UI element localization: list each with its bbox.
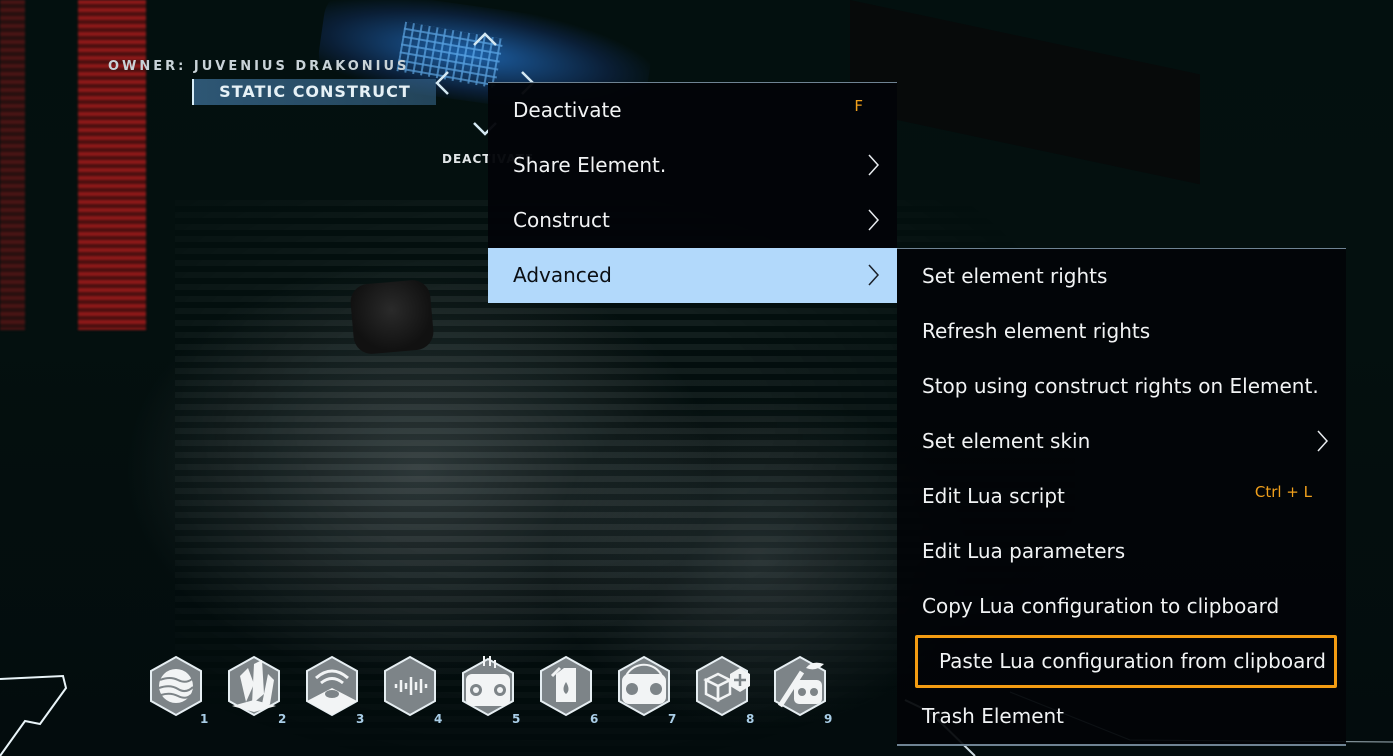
menu-item-copy-lua-config[interactable]: Copy Lua configuration to clipboard [897, 579, 1346, 634]
chevron-up-icon[interactable] [472, 30, 498, 52]
hud-frame-left [0, 674, 68, 756]
hotbar-slot-5[interactable]: 5 [460, 654, 520, 726]
context-menu: Deactivate F Share Element. Construct Ad… [488, 82, 897, 303]
hotbar-key-label: 5 [512, 712, 521, 726]
hotbar-slot-6[interactable]: 6 [538, 654, 598, 726]
hotbar-key-label: 2 [278, 712, 287, 726]
hotbar-key-label: 9 [824, 712, 833, 726]
menu-item-label: Trash Element [922, 704, 1065, 728]
menu-item-refresh-element-rights[interactable]: Refresh element rights [897, 304, 1346, 359]
menu-item-set-element-rights[interactable]: Set element rights [897, 249, 1346, 304]
shortcut-label: F [854, 97, 863, 115]
hotbar-slot-4[interactable]: 4 [382, 654, 442, 726]
menu-item-label: Stop using construct rights on Element. [922, 374, 1319, 398]
chevron-right-icon [868, 264, 880, 286]
menu-item-label: Construct [513, 208, 610, 232]
construct-rotate-icon [618, 655, 670, 717]
chevron-right-icon [868, 209, 880, 231]
territory-scanner-icon [306, 655, 358, 717]
menu-item-advanced[interactable]: Advanced [488, 248, 897, 303]
menu-item-label: Refresh element rights [922, 319, 1151, 343]
hotbar-key-label: 7 [668, 712, 677, 726]
menu-item-label: Deactivate [513, 98, 622, 122]
menu-item-label: Set element rights [922, 264, 1108, 288]
sound-wave-icon [384, 655, 436, 717]
add-element-icon [696, 655, 750, 717]
fuel-canister-icon [540, 655, 592, 717]
owner-label: OWNER: JUVENIUS DRAKONIUS [108, 59, 410, 74]
menu-item-label: Advanced [513, 263, 612, 287]
chevron-left-icon[interactable] [434, 70, 450, 101]
hotbar-slot-9[interactable]: 9 [772, 654, 832, 726]
hotbar-slot-7[interactable]: 7 [616, 654, 676, 726]
menu-item-label: Edit Lua parameters [922, 539, 1126, 563]
menu-item-stop-construct-rights[interactable]: Stop using construct rights on Element. [897, 359, 1346, 414]
hotbar-key-label: 3 [356, 712, 365, 726]
menu-item-paste-lua-config[interactable]: Paste Lua configuration from clipboard [914, 634, 1338, 689]
menu-item-label: Set element skin [922, 429, 1091, 453]
menu-item-label: Copy Lua configuration to clipboard [922, 594, 1280, 618]
hotbar-key-label: 1 [200, 712, 209, 726]
menu-item-deactivate[interactable]: Deactivate F [488, 83, 897, 138]
shortcut-label: Ctrl + L [1254, 483, 1312, 501]
menu-item-trash-element[interactable]: Trash Element [897, 689, 1346, 744]
chevron-right-icon [1317, 430, 1329, 452]
menu-item-label: Share Element. [513, 153, 667, 177]
hotbar-key-label: 8 [746, 712, 755, 726]
menu-item-construct[interactable]: Construct [488, 193, 897, 248]
hotbar-slot-1[interactable]: 1 [148, 654, 208, 726]
hotbar-slot-2[interactable]: 2 [226, 654, 286, 726]
hotbar-key-label: 4 [434, 712, 443, 726]
menu-item-label: Paste Lua configuration from clipboard [939, 649, 1326, 673]
menu-item-share-element[interactable]: Share Element. [488, 138, 897, 193]
hotbar-slot-3[interactable]: 3 [304, 654, 364, 726]
chevron-right-icon [868, 154, 880, 176]
construct-type-badge: STATIC CONSTRUCT [192, 79, 436, 105]
planet-icon [150, 655, 202, 717]
hotbar-slot-8[interactable]: 8 [694, 654, 754, 726]
build-mode-icon [462, 656, 514, 717]
menu-item-edit-lua-parameters[interactable]: Edit Lua parameters [897, 524, 1346, 579]
deploy-construct-icon [774, 655, 826, 717]
menu-item-set-element-skin[interactable]: Set element skin [897, 414, 1346, 469]
menu-item-label: Edit Lua script [922, 484, 1065, 508]
hotbar-key-label: 6 [590, 712, 599, 726]
crystal-icon [228, 655, 280, 717]
menu-item-edit-lua-script[interactable]: Edit Lua script Ctrl + L [897, 469, 1346, 524]
advanced-submenu: Set element rights Refresh element right… [897, 248, 1346, 746]
